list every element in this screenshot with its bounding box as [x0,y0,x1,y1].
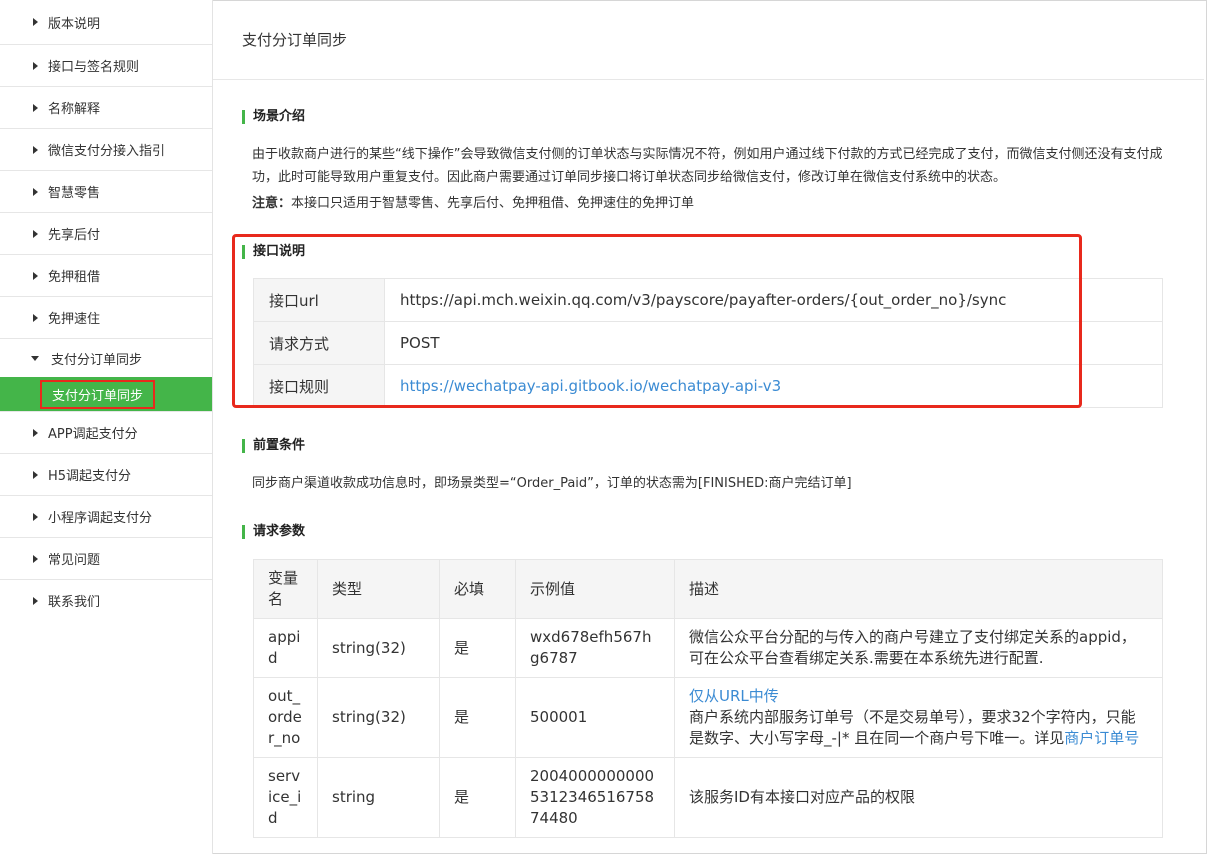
param-example: 500001 [515,677,675,758]
sidebar-item-h5-invoke[interactable]: H5调起支付分 [0,454,212,496]
section-heading-params: 请求参数 [242,525,305,539]
scene-note: 注意：本接口只适用于智慧零售、先享后付、免押租借、免押速住的免押订单 [252,192,1172,215]
param-name: appid [253,618,318,678]
caret-right-icon [33,18,38,26]
sidebar-item-label: 版本说明 [48,16,101,32]
table-row: out_order_no string(32) 是 500001 仅从URL中传… [253,677,1163,758]
table-row: appid string(32) 是 wxd678efh567hg6787 微信… [253,618,1163,678]
main-content: 支付分订单同步 场景介绍 由于收款商户进行的某些“线下操作”会导致微信支付侧的订… [213,0,1204,854]
param-type: string [317,757,440,838]
column-header: 变量名 [253,559,318,619]
url-only-note: 仅从URL中传 [689,687,779,705]
api-url-label: 接口url [253,278,385,322]
sidebar-item-label: H5调起支付分 [48,469,132,484]
precondition-text: 同步商户渠道收款成功信息时，即场景类型=“Order_Paid”，订单的状态需为… [252,476,852,491]
param-required: 是 [439,757,516,838]
caret-right-icon [33,103,38,112]
table-row: 接口url https://api.mch.weixin.qq.com/v3/p… [253,278,1163,322]
api-method-value: POST [384,321,1163,365]
table-header-row: 变量名 类型 必填 示例值 描述 [253,559,1163,619]
sidebar-item-label: 支付分订单同步 [51,352,143,368]
sidebar-item-deposit-free-stay[interactable]: 免押速住 [0,297,212,339]
caret-down-icon [31,355,39,361]
sidebar-subitem-label: 支付分订单同步 [40,379,156,409]
sidebar-item-app-invoke[interactable]: APP调起支付分 [0,412,212,454]
sidebar-item-smart-retail[interactable]: 智慧零售 [0,171,212,213]
request-params-table: 变量名 类型 必填 示例值 描述 appid string(32) 是 wxd6… [253,559,1163,838]
api-info-table: 接口url https://api.mch.weixin.qq.com/v3/p… [253,278,1163,408]
param-example: 2004000000000531234651675874480 [515,757,675,838]
page-title: 支付分订单同步 [242,31,348,49]
sidebar-item-pay-later[interactable]: 先享后付 [0,213,212,255]
param-desc: 该服务ID有本接口对应产品的权限 [674,757,1163,838]
param-name: service_id [253,757,318,838]
api-rule-label: 接口规则 [253,364,385,408]
sidebar-item-glossary[interactable]: 名称解释 [0,87,212,129]
section-heading-precondition: 前置条件 [242,439,305,453]
param-required: 是 [439,677,516,758]
column-header: 必填 [439,559,516,619]
caret-right-icon [33,229,38,238]
table-row: 请求方式 POST [253,321,1163,365]
scene-text: 由于收款商户进行的某些“线下操作”会导致微信支付侧的订单状态与实际情况不符，例如… [252,147,1163,185]
caret-right-icon [33,145,38,154]
caret-right-icon [33,470,38,479]
sidebar-item-label: APP调起支付分 [48,427,138,442]
column-header: 类型 [317,559,440,619]
sidebar-item-faq[interactable]: 常见问题 [0,538,212,580]
sidebar-item-miniprogram-invoke[interactable]: 小程序调起支付分 [0,496,212,538]
sidebar-item-label: 接口与签名规则 [48,60,140,75]
param-desc: 仅从URL中传 商户系统内部服务订单号（不是交易单号），要求32个字符内，只能是… [674,677,1163,758]
sidebar-item-label: 免押速住 [48,312,101,327]
caret-right-icon [33,187,38,196]
caret-right-icon [33,596,38,605]
param-required: 是 [439,618,516,678]
sidebar-item-label: 智慧零售 [48,186,101,201]
scene-description: 由于收款商户进行的某些“线下操作”会导致微信支付侧的订单状态与实际情况不符，例如… [252,143,1172,189]
api-method-label: 请求方式 [253,321,385,365]
param-name: out_order_no [253,677,318,758]
sidebar-item-deposit-free-rental[interactable]: 免押租借 [0,255,212,297]
page-header: 支付分订单同步 [213,0,1204,80]
caret-right-icon [33,271,38,280]
sidebar-item-label: 免押租借 [48,270,101,285]
param-example: wxd678efh567hg6787 [515,618,675,678]
section-heading-api: 接口说明 [242,245,305,259]
column-header: 描述 [674,559,1163,619]
sidebar-subitem-order-sync-active[interactable]: 支付分订单同步 [0,377,212,412]
sidebar-item-version[interactable]: 版本说明 [0,0,212,45]
note-text: 本接口只适用于智慧零售、先享后付、免押租借、免押速住的免押订单 [291,196,695,211]
caret-right-icon [33,61,38,70]
caret-right-icon [33,554,38,563]
column-header: 示例值 [515,559,675,619]
sidebar-item-label: 名称解释 [48,102,101,117]
api-rule-link[interactable]: https://wechatpay-api.gitbook.io/wechatp… [384,364,1163,408]
sidebar-item-label: 常见问题 [48,553,101,568]
api-url-value: https://api.mch.weixin.qq.com/v3/payscor… [384,278,1163,322]
caret-right-icon [33,428,38,437]
table-row: service_id string 是 20040000000005312346… [253,757,1163,838]
sidebar-item-label: 小程序调起支付分 [48,511,153,526]
sidebar-item-order-sync[interactable]: 支付分订单同步 [0,339,212,377]
sidebar-item-contact[interactable]: 联系我们 [0,580,212,621]
caret-right-icon [33,313,38,322]
caret-right-icon [33,512,38,521]
sidebar-item-access-guide[interactable]: 微信支付分接入指引 [0,129,212,171]
param-type: string(32) [317,677,440,758]
sidebar-item-label: 微信支付分接入指引 [48,144,166,159]
sidebar-nav: 版本说明 接口与签名规则 名称解释 微信支付分接入指引 智慧零售 先享后付 免押… [0,0,213,854]
param-type: string(32) [317,618,440,678]
sidebar-item-label: 先享后付 [48,228,101,243]
sidebar-item-label: 联系我们 [48,595,101,610]
order-no-link[interactable]: 商户订单号 [1064,729,1139,747]
param-desc: 微信公众平台分配的与传入的商户号建立了支付绑定关系的appid，可在公众平台查看… [674,618,1163,678]
table-row: 接口规则 https://wechatpay-api.gitbook.io/we… [253,364,1163,408]
note-label: 注意： [252,196,292,211]
sidebar-item-api-sign-rules[interactable]: 接口与签名规则 [0,45,212,87]
section-heading-scene: 场景介绍 [242,110,305,124]
